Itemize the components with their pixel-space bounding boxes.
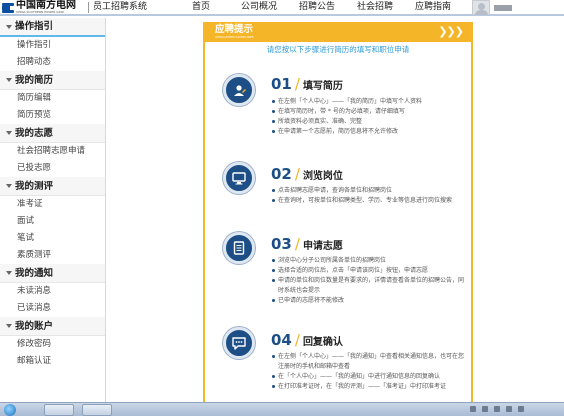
step-title: 填写简历 (302, 81, 343, 92)
os-taskbar (0, 402, 564, 416)
user-name-redacted[interactable] (494, 5, 512, 11)
sidebar-item-assessment[interactable]: 素质测评 (0, 247, 105, 264)
guide-title: 应聘提示 (215, 24, 254, 35)
step-bullet: 在填写简历时，带 * 号的为必填项，请仔细填写 (271, 107, 467, 117)
step-title: 浏览岗位 (302, 171, 343, 182)
sidebar-group-guide[interactable]: 操作指引 (0, 18, 105, 37)
step-bullet: 点击招聘志愿申请，查询各单位和招聘岗位 (271, 186, 467, 196)
sidebar-item-guide[interactable]: 操作指引 (0, 37, 105, 54)
document-icon (223, 232, 255, 264)
tray-icon[interactable] (470, 406, 476, 412)
step-bullet: 在「个人中心」——「我的通知」中进行通知信息的回复确认 (271, 372, 467, 382)
step-bullets: 点击招聘志愿申请，查询各单位和招聘岗位 在查询时，可按单位和招聘类型、学历、专业… (271, 186, 467, 206)
chevrons-right-icon: ❯❯❯ (438, 25, 464, 38)
sidebar-item-resume-edit[interactable]: 简历编辑 (0, 90, 105, 107)
step-bullet: 申请的单位和岗位数量是有要求的，详情请查看各单位的招聘公告，同时系统也会提示 (271, 276, 467, 296)
top-header: 中国南方电网 CHINA SOUTHERN POWER GRID 员工招聘系统 … (0, 0, 564, 16)
step-number: 03 (271, 235, 292, 253)
sidebar-item-email-verify[interactable]: 邮箱认证 (0, 353, 105, 370)
monitor-icon (223, 162, 255, 194)
sidebar-group-notices[interactable]: 我的通知 (0, 264, 105, 283)
step-bullet: 在打印准考证时，在「我的评测」——「准考证」中打印准考证 (271, 382, 467, 392)
sidebar-group-label: 我的通知 (15, 267, 54, 279)
step-slash: / (294, 235, 300, 253)
step-bullet: 在申请第一个志愿前，简历信息将不允许修改 (271, 127, 467, 137)
sidebar-group-resume[interactable]: 我的简历 (0, 71, 105, 90)
step-bullets: 在左侧「个人中心」——「我的通知」中查看相关通知信息，也可在您注册时的手机和邮箱… (271, 352, 467, 392)
sidebar: 操作指引 操作指引 招聘动态 我的简历 简历编辑 简历预览 我的志愿 社会招聘志… (0, 18, 106, 402)
sidebar-item-unread[interactable]: 未读消息 (0, 283, 105, 300)
step-bullet: 所填资料必须真实、准确、完整 (271, 117, 467, 127)
step-title: 申请志愿 (302, 241, 343, 252)
sidebar-group-account[interactable]: 我的账户 (0, 317, 105, 336)
main-content: 应聘提示 APPLICATION GUIDELINES ❯❯❯ 请您按以下步骤进… (107, 18, 564, 402)
csg-logo-icon (2, 2, 14, 14)
logo-text-cn: 中国南方电网 (16, 0, 76, 11)
tray-icon[interactable] (482, 406, 488, 412)
sidebar-item-read[interactable]: 已读消息 (0, 300, 105, 317)
step-title: 回复确认 (302, 337, 343, 348)
sidebar-item-wish-apply[interactable]: 社会招聘志愿申请 (0, 143, 105, 160)
caret-down-icon (6, 131, 12, 135)
caret-down-icon (6, 78, 12, 82)
step-bullet: 浏览中心分子公司所属各单位的招聘岗位 (271, 256, 467, 266)
caret-down-icon (6, 24, 12, 29)
resume-edit-icon (223, 74, 255, 106)
sidebar-item-written-test[interactable]: 笔试 (0, 230, 105, 247)
sidebar-item-resume-preview[interactable]: 简历预览 (0, 107, 105, 124)
sidebar-item-admission-ticket[interactable]: 准考证 (0, 196, 105, 213)
sidebar-group-label: 我的志愿 (15, 127, 54, 139)
nav-social-recruit[interactable]: 社会招聘 (346, 2, 404, 13)
step-heading: 03/申请志愿 (271, 236, 343, 255)
sidebar-group-label: 我的简历 (15, 74, 54, 86)
sidebar-group-label: 操作指引 (15, 21, 54, 32)
tray-icon[interactable] (494, 406, 500, 412)
step-bullet: 在左侧「个人中心」——「我的通知」中查看相关通知信息，也可在您注册时的手机和邮箱… (271, 352, 467, 372)
step-number: 02 (271, 165, 292, 183)
step-heading: 02/浏览岗位 (271, 166, 343, 185)
sidebar-group-label: 我的账户 (15, 320, 54, 332)
tray-icon[interactable] (506, 406, 512, 412)
guide-subtitle: 请您按以下步骤进行简历的填写和职位申请 (266, 45, 410, 54)
nav-apply-guide[interactable]: 应聘指南 (404, 2, 462, 13)
caret-down-icon (6, 324, 12, 328)
step-slash: / (294, 331, 300, 349)
step-heading: 01/填写简历 (271, 76, 343, 95)
start-button-icon[interactable] (4, 404, 16, 416)
step-bullet: 已申请的志愿将不能修改 (271, 296, 467, 306)
sidebar-group-tests[interactable]: 我的测评 (0, 177, 105, 196)
guide-card: 应聘提示 APPLICATION GUIDELINES ❯❯❯ 请您按以下步骤进… (203, 22, 473, 402)
sidebar-item-change-password[interactable]: 修改密码 (0, 336, 105, 353)
step-bullet: 选择合适的岗位后，点击「申请该岗位」按钮，申请志愿 (271, 266, 467, 276)
sidebar-item-wish-submitted[interactable]: 已投志愿 (0, 160, 105, 177)
nav-home[interactable]: 首页 (172, 2, 230, 13)
sidebar-item-news[interactable]: 招聘动态 (0, 54, 105, 71)
nav-recruit-notice[interactable]: 招聘公告 (288, 2, 346, 13)
guide-card-header: 应聘提示 APPLICATION GUIDELINES ❯❯❯ (205, 22, 471, 42)
step-slash: / (294, 165, 300, 183)
tray-icon[interactable] (518, 406, 524, 412)
step-heading: 04/回复确认 (271, 332, 343, 351)
caret-down-icon (6, 184, 12, 188)
main-nav: 首页 公司概况 招聘公告 社会招聘 应聘指南 (172, 2, 462, 13)
step-bullet: 在左侧「个人中心」——「我的简历」中填写个人资料 (271, 97, 467, 107)
step-number: 04 (271, 331, 292, 349)
company-logo[interactable]: 中国南方电网 CHINA SOUTHERN POWER GRID (2, 1, 76, 14)
caret-down-icon (6, 271, 12, 275)
taskbar-app-button[interactable] (82, 404, 112, 416)
step-bullets: 浏览中心分子公司所属各单位的招聘岗位 选择合适的岗位后，点击「申请该岗位」按钮，… (271, 256, 467, 306)
nav-company-overview[interactable]: 公司概况 (230, 2, 288, 13)
sidebar-group-wishes[interactable]: 我的志愿 (0, 124, 105, 143)
guide-title-en: APPLICATION GUIDELINES (215, 35, 254, 39)
step-number: 01 (271, 75, 292, 93)
user-avatar-icon[interactable] (472, 0, 490, 15)
taskbar-app-button[interactable] (44, 404, 74, 416)
sidebar-item-interview[interactable]: 面试 (0, 213, 105, 230)
step-bullets: 在左侧「个人中心」——「我的简历」中填写个人资料 在填写简历时，带 * 号的为必… (271, 97, 467, 137)
system-name: 员工招聘系统 (88, 2, 147, 13)
sidebar-group-label: 我的测评 (15, 180, 54, 192)
step-slash: / (294, 75, 300, 93)
message-icon (223, 327, 255, 359)
step-bullet: 在查询时，可按单位和招聘类型、学历、专业等信息进行岗位搜索 (271, 196, 467, 206)
